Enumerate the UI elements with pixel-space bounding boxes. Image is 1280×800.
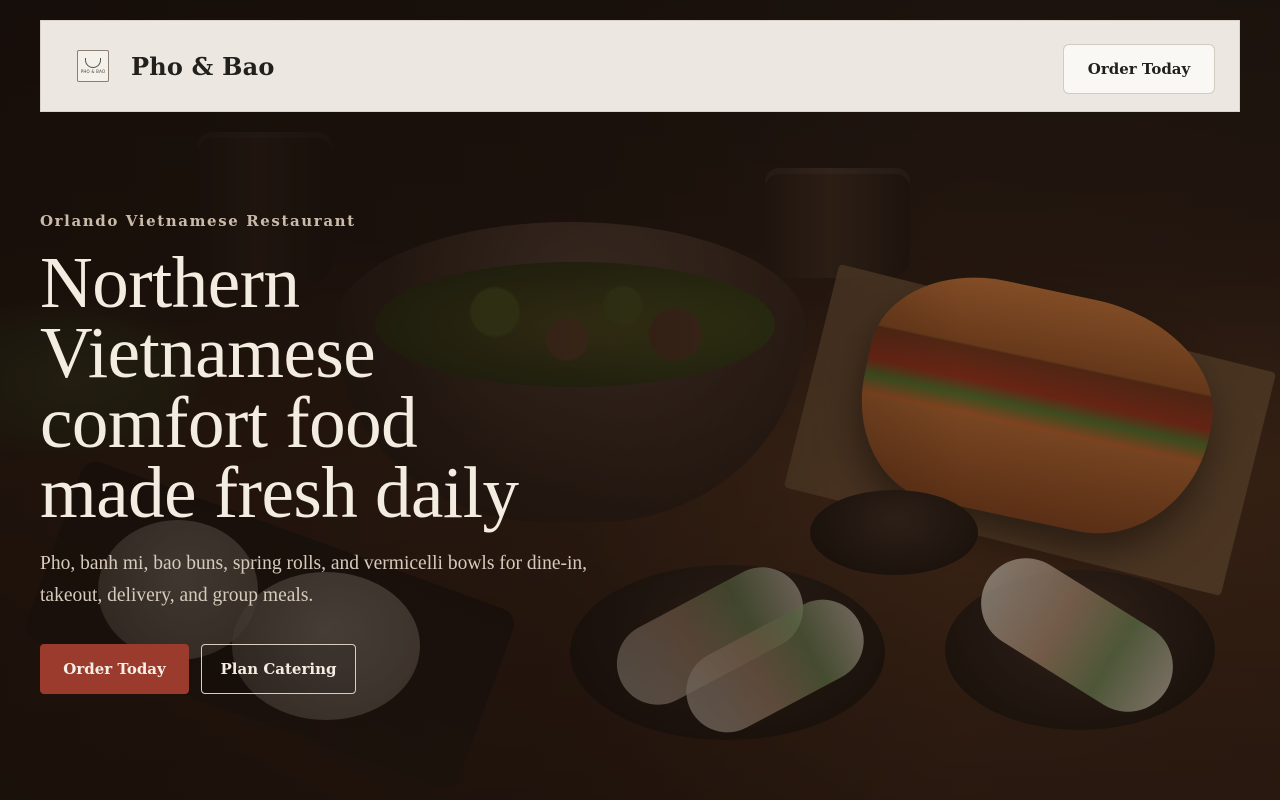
hero-cta-group: Order Today Plan Catering xyxy=(40,644,356,694)
hero-eyebrow: Orlando Vietnamese Restaurant xyxy=(40,212,356,230)
headline-line: Northern xyxy=(40,242,300,323)
headline-line: Vietnamese xyxy=(40,312,376,393)
logo-icon[interactable]: PHO & BAO xyxy=(77,50,109,82)
headline-line: made fresh daily xyxy=(40,452,519,533)
logo-text: PHO & BAO xyxy=(80,69,106,74)
page: PHO & BAO Pho & Bao Order Today Orlando … xyxy=(0,0,1280,800)
headline-line: comfort food xyxy=(40,382,418,463)
order-today-button[interactable]: Order Today xyxy=(40,644,189,694)
header-order-button[interactable]: Order Today xyxy=(1063,44,1215,94)
hero-headline: Northern Vietnamese comfort food made fr… xyxy=(40,246,640,529)
site-header: PHO & BAO Pho & Bao Order Today xyxy=(40,20,1240,112)
hero-subtext: Pho, banh mi, bao buns, spring rolls, an… xyxy=(40,553,588,606)
brand-name[interactable]: Pho & Bao xyxy=(131,52,275,81)
brand[interactable]: PHO & BAO Pho & Bao xyxy=(77,50,275,82)
bowl-icon xyxy=(85,58,101,68)
plan-catering-button[interactable]: Plan Catering xyxy=(201,644,356,694)
